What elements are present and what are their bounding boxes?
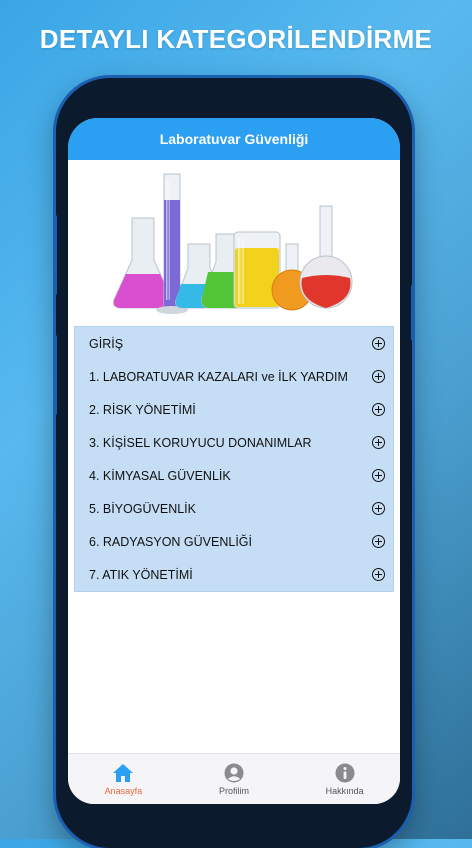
menu-item-label: 4. KİMYASAL GÜVENLİK — [89, 468, 231, 483]
menu-item-radyasyon-guvenligi[interactable]: 6. RADYASYON GÜVENLİĞİ — [75, 525, 393, 558]
tab-anasayfa[interactable]: Anasayfa — [78, 763, 168, 796]
menu-item-atik-yonetimi[interactable]: 7. ATIK YÖNETİMİ — [75, 558, 393, 591]
tab-profilim[interactable]: Profilim — [189, 763, 279, 796]
app-bar: Laboratuvar Güvenliği — [68, 118, 400, 160]
phone-side-button — [411, 285, 415, 341]
expand-plus-icon[interactable] — [372, 568, 385, 581]
app-screen: Laboratuvar Güvenliği GİRİŞ 1. LABORATUV… — [68, 118, 400, 804]
phone-side-button — [53, 335, 57, 415]
profile-icon — [224, 763, 244, 782]
expand-plus-icon[interactable] — [372, 403, 385, 416]
phone-side-button — [53, 215, 57, 295]
info-icon — [335, 763, 355, 782]
menu-item-label: 7. ATIK YÖNETİMİ — [89, 567, 193, 582]
menu-item-giris[interactable]: GİRİŞ — [75, 327, 393, 360]
tab-label: Hakkında — [325, 785, 364, 796]
menu-item-label: 5. BİYOGÜVENLİK — [89, 501, 196, 516]
home-icon — [113, 763, 134, 782]
lab-glassware-image — [68, 160, 400, 320]
menu-item-label: 2. RİSK YÖNETİMİ — [89, 402, 196, 417]
category-menu: GİRİŞ 1. LABORATUVAR KAZALARI ve İLK YAR… — [74, 326, 394, 592]
app-title: Laboratuvar Güvenliği — [159, 131, 309, 147]
menu-item-label: 3. KİŞİSEL KORUYUCU DONANIMLAR — [89, 435, 312, 450]
bottom-tab-bar: Anasayfa Profilim Hakkında — [68, 753, 400, 804]
menu-item-biyoguvenlik[interactable]: 5. BİYOGÜVENLİK — [75, 492, 393, 525]
menu-item-label: GİRİŞ — [89, 336, 124, 351]
promo-headline: DETAYLI KATEGORİLENDİRME — [39, 24, 433, 54]
menu-container: GİRİŞ 1. LABORATUVAR KAZALARI ve İLK YAR… — [68, 320, 400, 592]
menu-item-kimyasal-guvenlik[interactable]: 4. KİMYASAL GÜVENLİK — [75, 459, 393, 492]
expand-plus-icon[interactable] — [372, 502, 385, 515]
expand-plus-icon[interactable] — [372, 469, 385, 482]
expand-plus-icon[interactable] — [372, 436, 385, 449]
menu-item-label: 1. LABORATUVAR KAZALARI ve İLK YARDIM — [89, 369, 348, 384]
tab-label: Anasayfa — [104, 785, 143, 796]
lab-glassware-illustration — [113, 173, 353, 314]
expand-plus-icon[interactable] — [372, 370, 385, 383]
expand-plus-icon[interactable] — [372, 535, 385, 548]
menu-item-kisisel-koruyucu[interactable]: 3. KİŞİSEL KORUYUCU DONANIMLAR — [75, 426, 393, 459]
expand-plus-icon[interactable] — [372, 337, 385, 350]
menu-item-laboratuvar-kazalari[interactable]: 1. LABORATUVAR KAZALARI ve İLK YARDIM — [75, 360, 393, 393]
tab-label: Profilim — [218, 785, 249, 796]
menu-item-risk-yonetimi[interactable]: 2. RİSK YÖNETİMİ — [75, 393, 393, 426]
menu-item-label: 6. RADYASYON GÜVENLİĞİ — [89, 534, 253, 549]
tab-hakkinda[interactable]: Hakkında — [300, 763, 390, 796]
